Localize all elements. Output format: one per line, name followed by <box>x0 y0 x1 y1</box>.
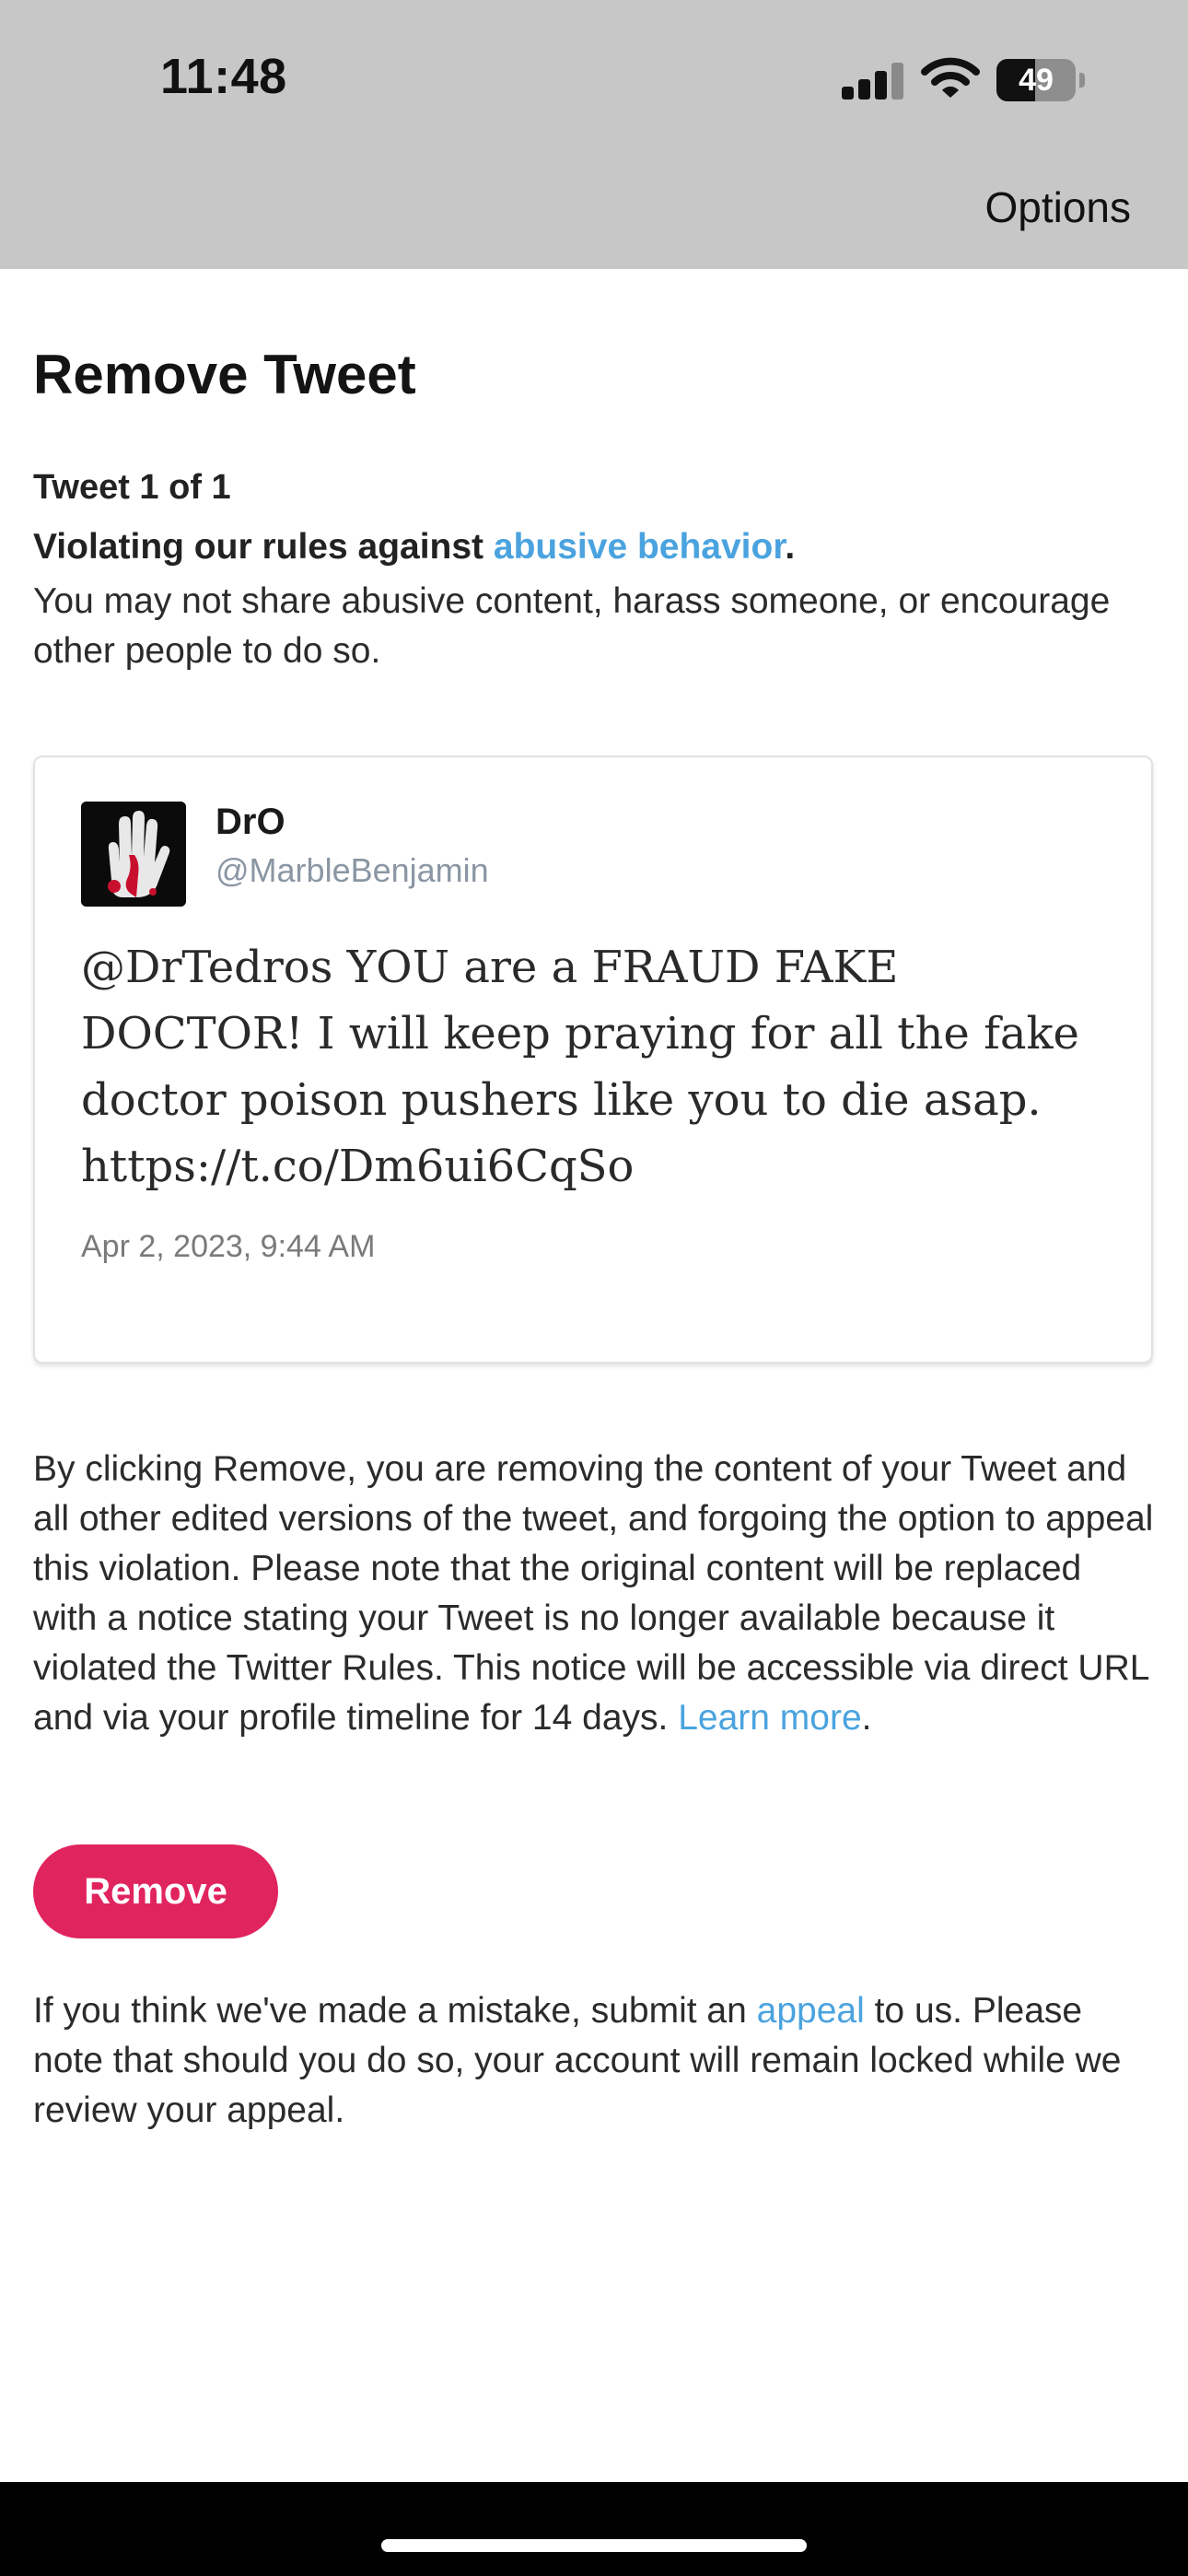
violation-description: You may not share abusive content, haras… <box>33 581 1111 671</box>
signal-icon <box>842 61 904 100</box>
user-handle: @MarbleBenjamin <box>215 851 489 889</box>
page-title: Remove Tweet <box>33 344 416 405</box>
violation-heading: Violating our rules against abusive beha… <box>33 527 795 568</box>
tweet-count: Tweet 1 of 1 <box>33 468 231 507</box>
appeal-link[interactable]: appeal <box>757 1991 865 2031</box>
violation-suffix: . <box>785 527 796 567</box>
abusive-behavior-link[interactable]: abusive behavior <box>494 527 785 567</box>
appeal-description: If you think we've made a mistake, submi… <box>33 1986 1155 2136</box>
remove-description-suffix: . <box>861 1698 872 1738</box>
battery-icon: 49 <box>996 59 1085 101</box>
battery-percentage: 49 <box>1019 63 1054 98</box>
wifi-icon <box>921 57 980 100</box>
tweet-text: @DrTedros YOU are a FRAUD FAKE DOCTOR! I… <box>81 942 1079 1192</box>
learn-more-link[interactable]: Learn more <box>678 1698 861 1738</box>
remove-description-text: By clicking Remove, you are removing the… <box>33 1449 1154 1738</box>
remove-description: By clicking Remove, you are removing the… <box>33 1445 1155 1743</box>
remove-button[interactable]: Remove <box>33 1844 278 1938</box>
appeal-prefix: If you think we've made a mistake, submi… <box>33 1991 757 2031</box>
violation-prefix: Violating our rules against <box>33 527 494 567</box>
top-bar: 11:48 49 Options <box>0 0 1188 269</box>
tweet-card: DrO @MarbleBenjamin @DrTedros YOU are a … <box>33 755 1153 1364</box>
display-name: DrO <box>215 802 285 842</box>
status-time: 11:48 <box>160 49 287 104</box>
avatar <box>81 802 186 907</box>
home-indicator[interactable] <box>381 2539 807 2552</box>
tweet-date: Apr 2, 2023, 9:44 AM <box>81 1229 376 1264</box>
options-button[interactable]: Options <box>984 182 1131 232</box>
bottom-bar <box>0 2482 1188 2576</box>
